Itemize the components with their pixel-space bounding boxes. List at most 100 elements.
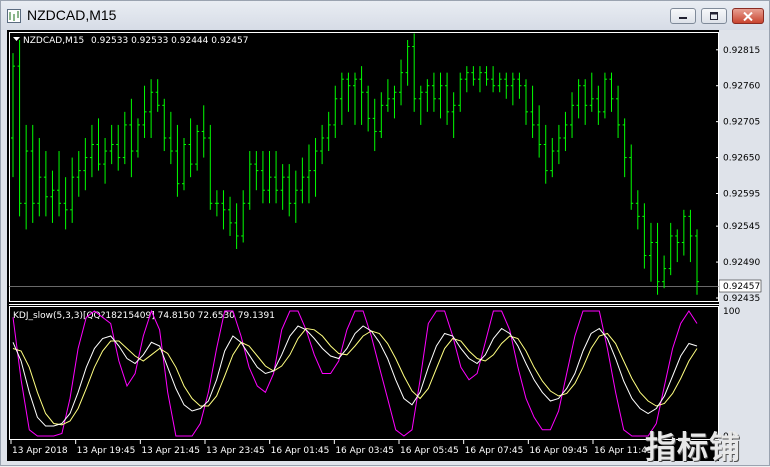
price-bar (30, 124, 35, 223)
price-tick-label: 0.92490 (723, 258, 760, 268)
price-bar (385, 79, 390, 112)
price-bar (695, 229, 699, 295)
chart-window: NZDCAD,M15 NZDCAD,M15 0.92533 0.92533 0.… (0, 0, 770, 466)
price-bar (293, 170, 298, 223)
price-bar (530, 85, 535, 138)
price-tick-label: 0.92650 (723, 154, 760, 164)
time-tick-label: 16 Apr 03:45 (335, 446, 394, 456)
price-bar (247, 151, 252, 210)
current-price-label: 0.92457 (723, 282, 760, 292)
price-bar (688, 209, 693, 263)
chart-area[interactable]: NZDCAD,M15 0.92533 0.92533 0.92444 0.924… (7, 30, 719, 461)
chart-window-icon (7, 9, 21, 23)
price-bar (17, 40, 22, 217)
price-bar (57, 151, 62, 217)
price-bar (668, 222, 673, 276)
price-bar (182, 137, 186, 191)
price-tick-label: 0.92435 (723, 294, 760, 304)
price-bar (596, 85, 601, 125)
price-bar (267, 151, 272, 204)
price-bar (379, 92, 384, 138)
price-bar (63, 177, 68, 230)
maximize-icon (710, 12, 718, 20)
price-bar (655, 222, 660, 295)
price-bar (306, 144, 311, 204)
price-bars (11, 33, 699, 295)
ohlc-readout: 0.92533 0.92533 0.92444 0.92457 (91, 36, 248, 46)
price-bar (458, 72, 463, 112)
price-bar (589, 72, 594, 112)
maximize-button[interactable] (701, 8, 727, 24)
price-bar (228, 196, 233, 236)
price-bar (550, 137, 555, 178)
price-bar (300, 157, 305, 204)
price-bar (392, 85, 397, 119)
price-bar (339, 72, 344, 125)
price-tick-label: 0.92595 (723, 189, 760, 199)
price-bar (162, 98, 167, 152)
dropdown-triangle-icon[interactable] (13, 37, 20, 41)
window-title: NZDCAD,M15 (27, 7, 117, 23)
price-bar (524, 79, 528, 125)
price-panel-frame (9, 32, 719, 302)
time-tick-label: 16 Apr 11:45 (594, 446, 653, 456)
price-bar (517, 72, 522, 99)
price-bar (353, 72, 357, 125)
price-tick-label: 0.92760 (723, 82, 760, 92)
price-bar (37, 137, 42, 217)
price-bar (313, 137, 318, 197)
price-bar (83, 137, 88, 191)
price-bar (175, 124, 180, 197)
price-bar (50, 170, 55, 223)
price-tick-label: 0.92815 (723, 46, 760, 56)
time-tick-label: 13 Apr 2018 (12, 446, 68, 456)
chart-canvas[interactable]: NZDCAD,M15 0.92533 0.92533 0.92444 0.924… (7, 30, 719, 461)
price-bar (109, 124, 114, 165)
price-tick-label: 0.92705 (723, 118, 760, 128)
price-bar (622, 118, 627, 178)
price-bar (497, 72, 502, 93)
indicator-tick-label: 100 (723, 307, 740, 317)
price-bar (431, 72, 436, 112)
price-bar (412, 33, 417, 112)
time-tick-label: 16 Apr 01:45 (271, 446, 330, 456)
price-bar (372, 98, 377, 152)
price-bar (208, 124, 213, 210)
price-bar (616, 85, 621, 138)
price-bar (234, 203, 239, 250)
price-bar (103, 137, 108, 184)
price-bar (537, 105, 542, 158)
price-bar (510, 72, 515, 106)
watermark-text: 指标铺 (645, 430, 741, 466)
price-bar (149, 79, 154, 138)
price-bar (333, 85, 338, 138)
price-bar (89, 124, 94, 178)
price-bar (576, 79, 581, 119)
price-bar (635, 190, 640, 230)
price-bar (214, 190, 219, 217)
price-bar (359, 66, 364, 125)
kdj-j-line (12, 309, 698, 437)
price-bar (491, 66, 496, 93)
price-bar (320, 124, 325, 165)
price-bar (195, 124, 200, 171)
indicator-lines (12, 309, 698, 437)
close-button[interactable] (732, 8, 764, 24)
price-bar (155, 79, 160, 112)
title-bar[interactable]: NZDCAD,M15 (1, 1, 769, 30)
price-bar (221, 190, 226, 230)
kdj-d-line (12, 327, 698, 426)
time-tick-label: 13 Apr 19:45 (77, 446, 136, 456)
price-bar (188, 118, 193, 178)
price-bar (70, 157, 75, 223)
time-axis: 13 Apr 2018 13 Apr 19:45 13 Apr 21:45 13 Ap… (10, 440, 653, 456)
price-bar (241, 190, 246, 243)
price-bar (484, 66, 489, 86)
price-bar (681, 209, 686, 256)
price-bar (438, 72, 443, 119)
price-bar (254, 151, 259, 191)
price-bar (642, 203, 647, 269)
price-bar (602, 72, 607, 119)
price-bar (477, 66, 482, 93)
minimize-button[interactable] (670, 8, 696, 24)
